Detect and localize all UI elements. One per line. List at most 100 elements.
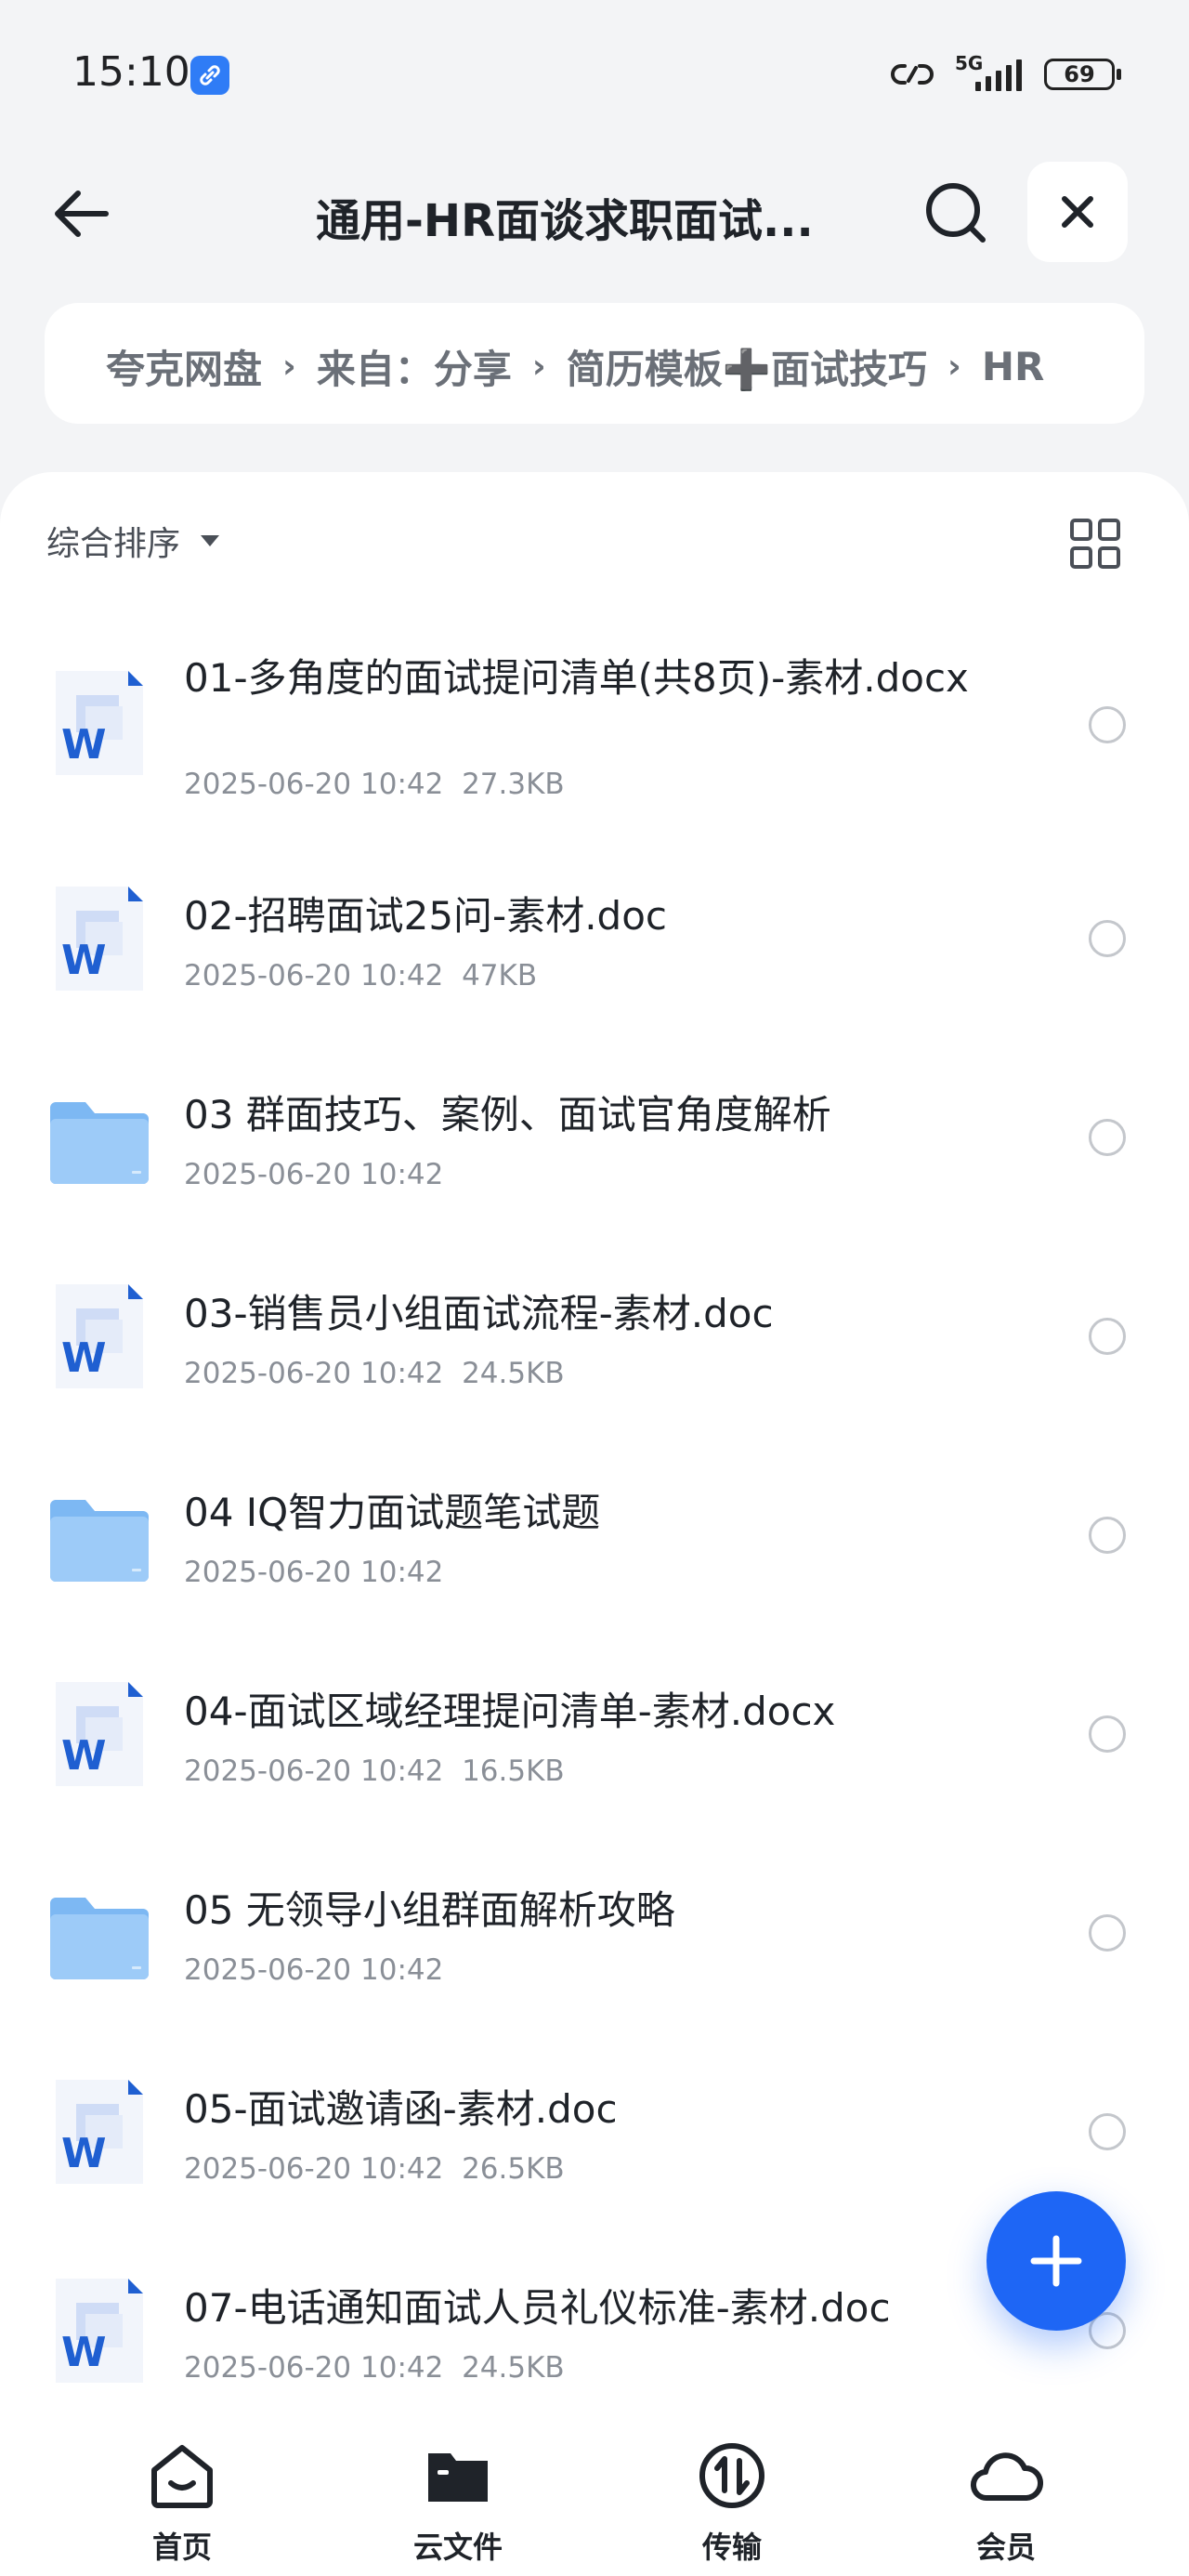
sort-label: 综合排序 <box>46 525 181 563</box>
file-name: 01-多角度的面试提问清单(共8页)-素材.docx <box>184 655 969 701</box>
nav-label: 会员 <box>975 2530 1036 2565</box>
select-checkbox[interactable] <box>1089 920 1126 957</box>
file-date: 2025-06-20 10:42 <box>184 1158 444 1191</box>
word-doc-icon: W <box>48 1678 150 1790</box>
file-meta: 2025-06-20 10:42 <box>184 1556 443 1589</box>
file-date: 2025-06-20 10:42 <box>184 2152 444 2186</box>
file-row[interactable]: W 03-销售员小组面试流程-素材.doc 2025-06-20 10:42 24… <box>0 1240 1189 1439</box>
app-root: 15:10 5G 69 通用-HR面谈求职面试... 夸克网盘 › 来自：分享 … <box>0 0 1189 2576</box>
file-meta: 2025-06-20 10:42 24.5KB <box>184 2351 565 2385</box>
file-row[interactable]: W 05-面试邀请函-素材.doc 2025-06-20 10:42 26.5KB <box>0 2035 1189 2234</box>
caret-down-icon <box>201 535 220 546</box>
file-name: 05-面试邀请函-素材.doc <box>184 2086 618 2132</box>
close-button[interactable] <box>1027 162 1128 262</box>
home-icon <box>151 2445 213 2508</box>
battery-icon: 69 <box>1044 59 1121 90</box>
nav-label: 传输 <box>701 2530 762 2565</box>
select-checkbox[interactable] <box>1089 2113 1126 2150</box>
svg-text:W: W <box>61 1334 107 1382</box>
word-doc-icon: W <box>48 883 150 994</box>
file-name: 04-面试区域经理提问清单-素材.docx <box>184 1689 836 1734</box>
search-icon <box>926 183 986 243</box>
select-checkbox[interactable] <box>1089 1715 1126 1753</box>
folder-icon <box>48 1082 150 1193</box>
nav-member[interactable]: 会员 <box>913 2438 1099 2569</box>
search-button[interactable] <box>920 177 994 251</box>
chevron-right-icon: › <box>947 348 961 386</box>
file-name: 04 IQ智力面试题笔试题 <box>184 1490 601 1535</box>
file-meta: 2025-06-20 10:42 27.3KB <box>184 768 565 801</box>
breadcrumb-item[interactable]: 夸克网盘 <box>106 338 262 395</box>
word-doc-icon: W <box>48 1281 150 1392</box>
status-bar: 15:10 5G 69 <box>0 0 1189 149</box>
file-name: 07-电话通知面试人员礼仪标准-素材.doc <box>184 2285 891 2331</box>
file-size: 26.5KB <box>462 2152 565 2186</box>
file-row[interactable]: W 04-面试区域经理提问清单-素材.docx 2025-06-20 10:42 … <box>0 1637 1189 1836</box>
battery-level: 69 <box>1064 61 1095 87</box>
bottom-nav: 首页 云文件 传输 会员 <box>0 2416 1189 2576</box>
file-size: 27.3KB <box>462 768 565 801</box>
folder-row[interactable]: 05 无领导小组群面解析攻略 2025-06-20 10:42 <box>0 1836 1189 2035</box>
file-name: 03-销售员小组面试流程-素材.doc <box>184 1291 774 1336</box>
svg-text:W: W <box>61 2130 107 2177</box>
member-cloud-icon <box>970 2452 1043 2502</box>
grid-view-button[interactable] <box>1068 517 1122 571</box>
nav-cloud-files[interactable]: 云文件 <box>365 2438 551 2569</box>
breadcrumb-item[interactable]: 简历模板➕面试技巧 <box>567 338 927 395</box>
file-name: 02-招聘面试25问-素材.doc <box>184 893 667 939</box>
folder-row[interactable]: 03 群面技巧、案例、面试官角度解析 2025-06-20 10:42 <box>0 1041 1189 1240</box>
file-row[interactable]: W 01-多角度的面试提问清单(共8页)-素材.docx 2025-06-20 1… <box>0 610 1189 842</box>
file-date: 2025-06-20 10:42 <box>184 1357 444 1390</box>
file-size: 24.5KB <box>462 2351 565 2385</box>
word-doc-icon: W <box>48 2275 150 2386</box>
folder-icon <box>48 1479 150 1591</box>
chevron-right-icon: › <box>531 348 546 386</box>
word-doc-icon: W <box>48 667 150 779</box>
file-date: 2025-06-20 10:42 <box>184 2351 444 2385</box>
status-indicators: 5G 69 <box>888 52 1121 97</box>
file-meta: 2025-06-20 10:42 <box>184 1953 443 1987</box>
select-checkbox[interactable] <box>1089 1914 1126 1952</box>
plus-icon <box>1030 2235 1082 2287</box>
select-checkbox[interactable] <box>1089 1517 1126 1554</box>
file-list: W 01-多角度的面试提问清单(共8页)-素材.docx 2025-06-20 1… <box>0 610 1189 2433</box>
file-date: 2025-06-20 10:42 <box>184 1556 444 1589</box>
svg-text:W: W <box>61 1732 107 1780</box>
back-button[interactable] <box>45 177 119 251</box>
breadcrumb: 夸克网盘 › 来自：分享 › 简历模板➕面试技巧 › HR <box>45 303 1144 424</box>
file-meta: 2025-06-20 10:42 26.5KB <box>184 2152 565 2186</box>
nav-home[interactable]: 首页 <box>89 2438 275 2569</box>
nav-transfer[interactable]: 传输 <box>639 2438 825 2569</box>
folder-row[interactable]: 04 IQ智力面试题笔试题 2025-06-20 10:42 <box>0 1439 1189 1637</box>
cloud-folder-icon <box>428 2453 488 2502</box>
svg-text:W: W <box>61 721 107 769</box>
file-date: 2025-06-20 10:42 <box>184 1953 444 1987</box>
file-size: 47KB <box>462 959 538 992</box>
folder-icon <box>48 1877 150 1989</box>
back-arrow-icon <box>55 191 109 237</box>
select-checkbox[interactable] <box>1089 1119 1126 1156</box>
nav-label: 首页 <box>151 2530 212 2565</box>
file-name: 03 群面技巧、案例、面试官角度解析 <box>184 1092 831 1137</box>
nav-label: 云文件 <box>412 2530 503 2565</box>
grid-view-icon <box>1070 519 1120 569</box>
file-size: 24.5KB <box>462 1357 565 1390</box>
chevron-right-icon: › <box>282 348 296 386</box>
add-button[interactable] <box>986 2191 1126 2331</box>
page-title: 通用-HR面谈求职面试... <box>316 195 814 247</box>
file-name: 05 无领导小组群面解析攻略 <box>184 1887 675 1933</box>
link-app-icon <box>190 56 229 95</box>
select-checkbox[interactable] <box>1089 706 1126 743</box>
file-size: 16.5KB <box>462 1755 565 1788</box>
breadcrumb-item[interactable]: HR <box>982 344 1045 389</box>
file-date: 2025-06-20 10:42 <box>184 959 444 992</box>
svg-text:W: W <box>61 2329 107 2376</box>
breadcrumb-item[interactable]: 来自：分享 <box>317 338 512 395</box>
file-date: 2025-06-20 10:42 <box>184 768 444 801</box>
word-doc-icon: W <box>48 2076 150 2188</box>
select-checkbox[interactable] <box>1089 1318 1126 1355</box>
signal-5g-icon: 5G <box>953 52 1027 97</box>
file-row[interactable]: W 02-招聘面试25问-素材.doc 2025-06-20 10:42 47KB <box>0 842 1189 1041</box>
sort-dropdown[interactable]: 综合排序 <box>46 517 220 565</box>
file-meta: 2025-06-20 10:42 <box>184 1158 443 1191</box>
